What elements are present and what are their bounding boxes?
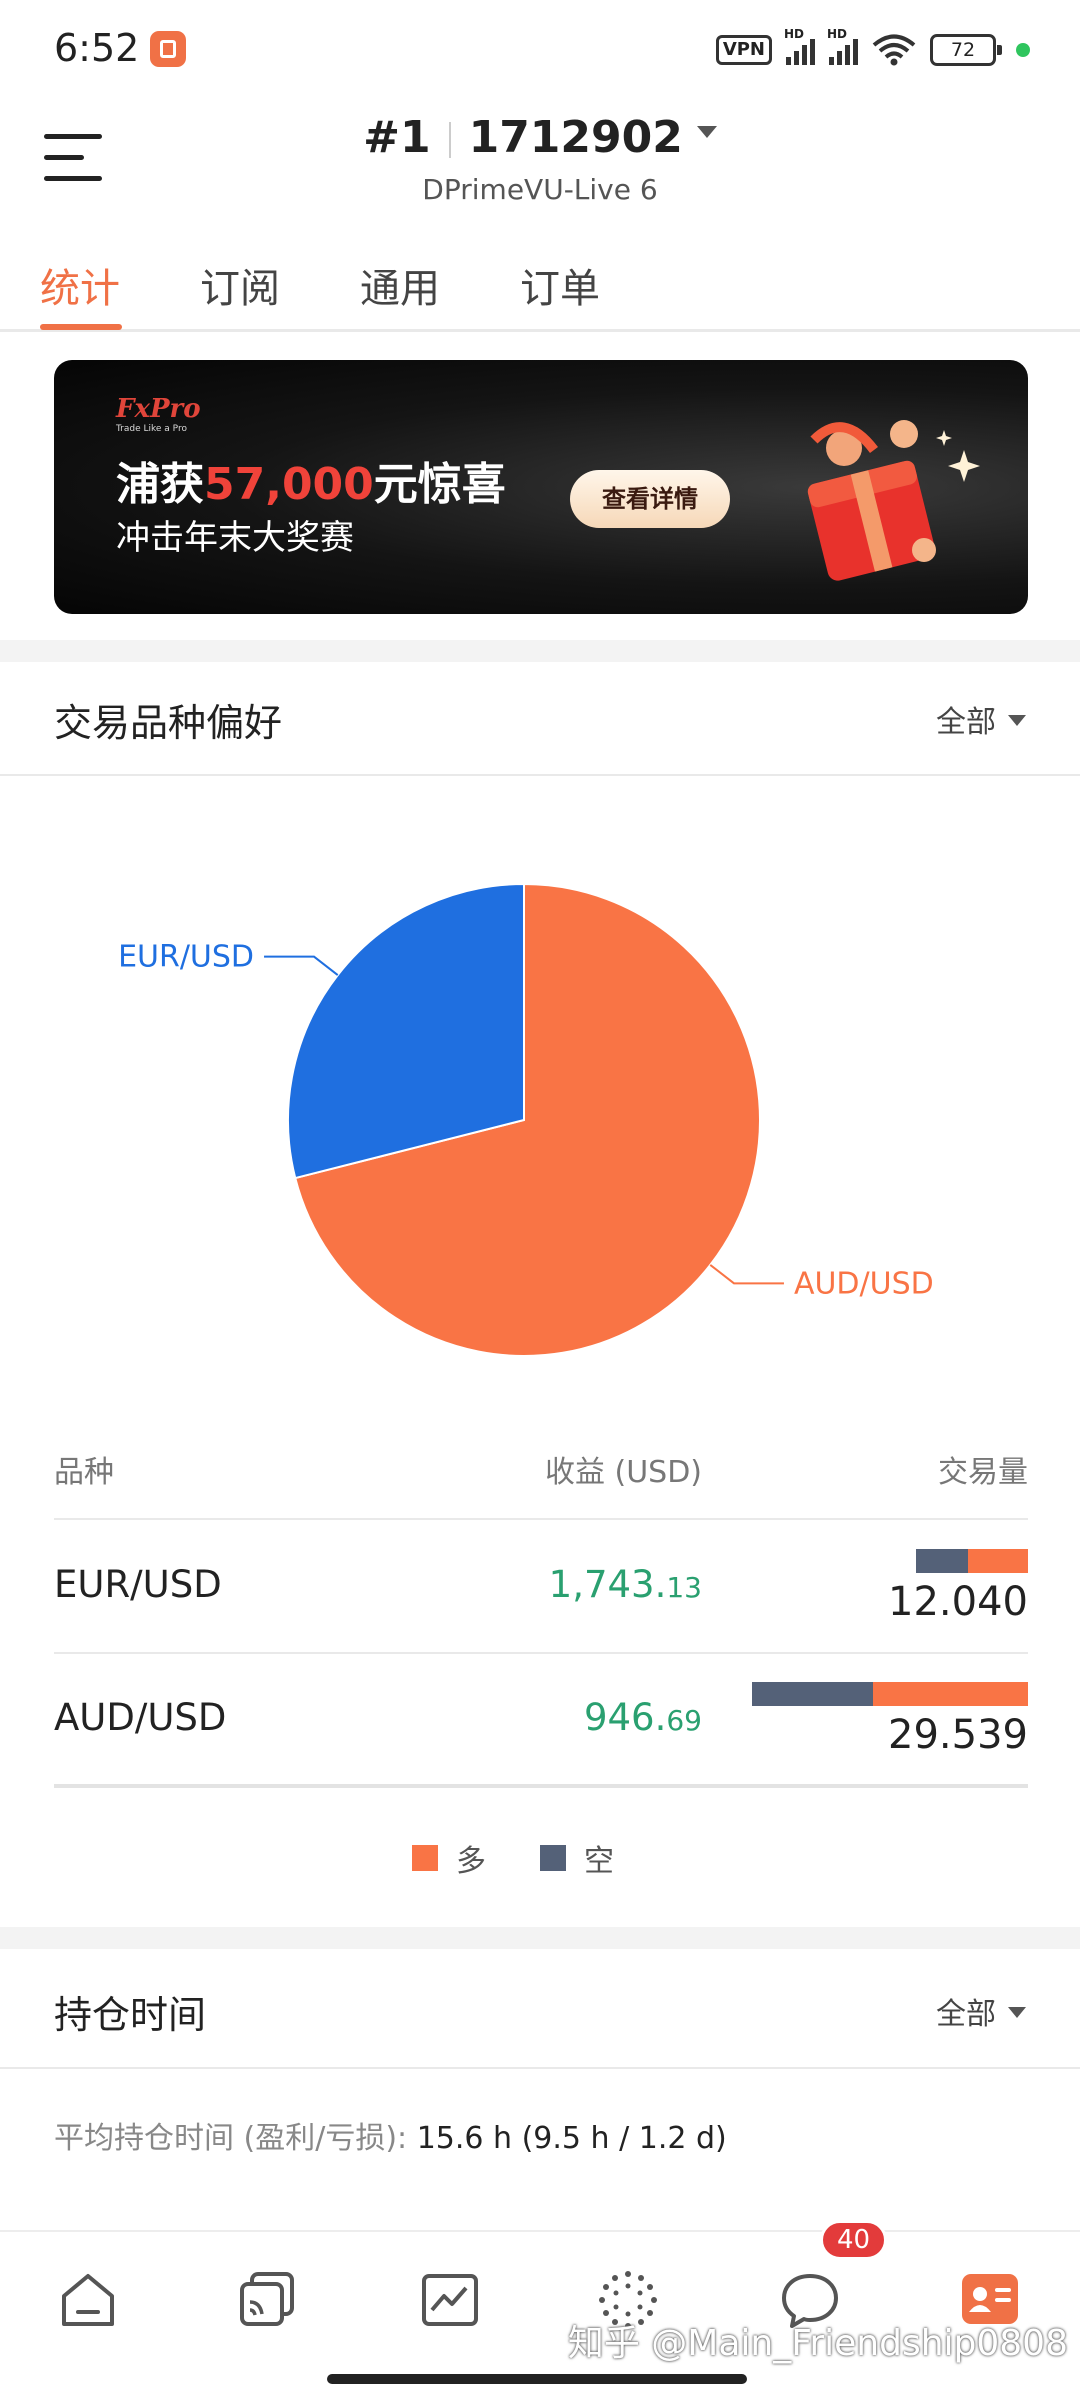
profit-decimal: 69 — [666, 1704, 702, 1737]
chevron-down-icon — [696, 126, 717, 138]
long-swatch — [412, 1845, 438, 1871]
account-selector[interactable]: #1 1712902 — [0, 112, 1080, 163]
account-number: #1 — [363, 112, 431, 163]
pie-chart: AUD/USD EUR/USD — [118, 882, 934, 1357]
section-divider — [0, 2067, 1080, 2069]
home-icon[interactable] — [56, 2268, 120, 2332]
avg-value: 15.6 h (9.5 h / 1.2 d) — [416, 2121, 727, 2156]
caret-down-icon — [1008, 715, 1026, 726]
hd-label-2: HD — [827, 27, 848, 41]
average-holding-time: 平均持仓时间 (盈利/亏损): 15.6 h (9.5 h / 1.2 d) — [54, 2113, 727, 2157]
header-symbol: 品种 — [54, 1455, 114, 1490]
legend-long-label: 多 — [456, 1844, 486, 1879]
long-segment — [968, 1549, 1028, 1573]
banner-tagline: Trade Like a Pro — [116, 424, 187, 434]
tab-bar: 统计 订阅 通用 订单 — [0, 248, 1080, 332]
legend-long: 多 — [412, 1836, 486, 1880]
long-short-bar — [752, 1682, 1028, 1706]
caret-down-icon — [1008, 2007, 1026, 2018]
profit-decimal: 13 — [666, 1571, 702, 1604]
table-divider — [54, 1652, 1028, 1654]
chart-icon[interactable] — [418, 2268, 482, 2332]
pie-leader-line — [264, 955, 339, 976]
short-swatch — [540, 1845, 566, 1871]
battery-icon: 72 — [930, 34, 1002, 66]
short-segment — [752, 1682, 874, 1706]
table-divider — [54, 1784, 1028, 1788]
row-volume: 29.539 — [888, 1712, 1028, 1758]
status-icons: VPN HD HD 72 — [715, 27, 1030, 70]
account-id: 1712902 — [468, 112, 683, 163]
tab-orders[interactable]: 订单 — [520, 256, 600, 314]
row-profit: 946.69 — [584, 1696, 702, 1739]
pie-chart-area: AUD/USD EUR/USD — [0, 790, 1080, 1390]
gift-box-illustration — [807, 420, 980, 581]
headline-suffix: 元惊喜 — [373, 459, 506, 510]
active-tab-indicator — [40, 324, 122, 330]
filter-label: 全部 — [936, 705, 996, 740]
tab-statistics[interactable]: 统计 — [40, 256, 120, 314]
watermark: 知乎 @Main_Friendship0808 — [567, 2323, 1068, 2364]
cell-signal-icon-2: HD — [827, 27, 858, 65]
pie-label: AUD/USD — [794, 1266, 934, 1301]
banner-headline: 浦获57,000元惊喜 — [116, 448, 506, 512]
section-gap — [0, 1927, 1080, 1949]
legend-short: 空 — [540, 1836, 614, 1880]
row-volume: 12.040 — [888, 1579, 1028, 1625]
row-symbol: EUR/USD — [54, 1563, 222, 1606]
row-profit: 1,743.13 — [549, 1563, 702, 1606]
status-bar: 6:52 VPN HD HD 72 — [0, 0, 1080, 100]
banner-details-button[interactable]: 查看详情 — [570, 470, 730, 528]
legend-short-label: 空 — [584, 1844, 614, 1879]
section-title-holding: 持仓时间 — [54, 1993, 207, 2037]
headline-prefix: 浦获 — [116, 459, 204, 510]
banner-subline: 冲击年末大奖赛 — [116, 518, 354, 558]
banner-brand-logo: FxPro — [116, 394, 201, 424]
profit-integer: 946. — [583, 1696, 667, 1739]
accounts-icon[interactable] — [236, 2268, 300, 2332]
header-volume: 交易量 — [938, 1455, 1028, 1490]
privacy-indicator — [1016, 43, 1030, 57]
row-symbol: AUD/USD — [54, 1696, 227, 1739]
home-indicator[interactable] — [327, 2374, 747, 2384]
cell-signal-icon: HD — [784, 27, 815, 65]
hd-label: HD — [784, 27, 805, 41]
long-short-bar — [915, 1549, 1028, 1573]
profit-integer: 1,743. — [548, 1563, 667, 1606]
section-gap — [0, 640, 1080, 662]
short-segment — [915, 1549, 969, 1573]
tab-subscriptions[interactable]: 订阅 — [200, 256, 280, 314]
messages-badge: 40 — [820, 2220, 888, 2260]
pie-label: EUR/USD — [118, 940, 254, 975]
table-divider — [54, 1518, 1028, 1520]
wifi-icon — [872, 34, 916, 66]
notification-app-icon — [150, 31, 186, 67]
server-name: DPrimeVU-Live 6 — [422, 173, 658, 206]
holding-filter-dropdown[interactable]: 全部 — [936, 1989, 1026, 2033]
promo-banner[interactable]: FxPro Trade Like a Pro 浦获57,000元惊喜 冲击年末大… — [54, 360, 1028, 614]
preference-filter-dropdown[interactable]: 全部 — [936, 697, 1026, 741]
avg-label: 平均持仓时间 (盈利/亏损): — [54, 2121, 417, 2156]
vpn-icon: VPN — [715, 35, 772, 65]
status-time: 6:52 — [54, 26, 140, 70]
filter-label: 全部 — [936, 1997, 996, 2032]
tab-general[interactable]: 通用 — [360, 256, 440, 314]
section-divider — [0, 774, 1080, 776]
header-profit: 收益 (USD) — [544, 1455, 702, 1490]
headline-amount: 57,000 — [204, 459, 374, 510]
section-title-preference: 交易品种偏好 — [54, 701, 283, 745]
pie-leader-line — [709, 1264, 784, 1285]
long-segment — [873, 1682, 1028, 1706]
